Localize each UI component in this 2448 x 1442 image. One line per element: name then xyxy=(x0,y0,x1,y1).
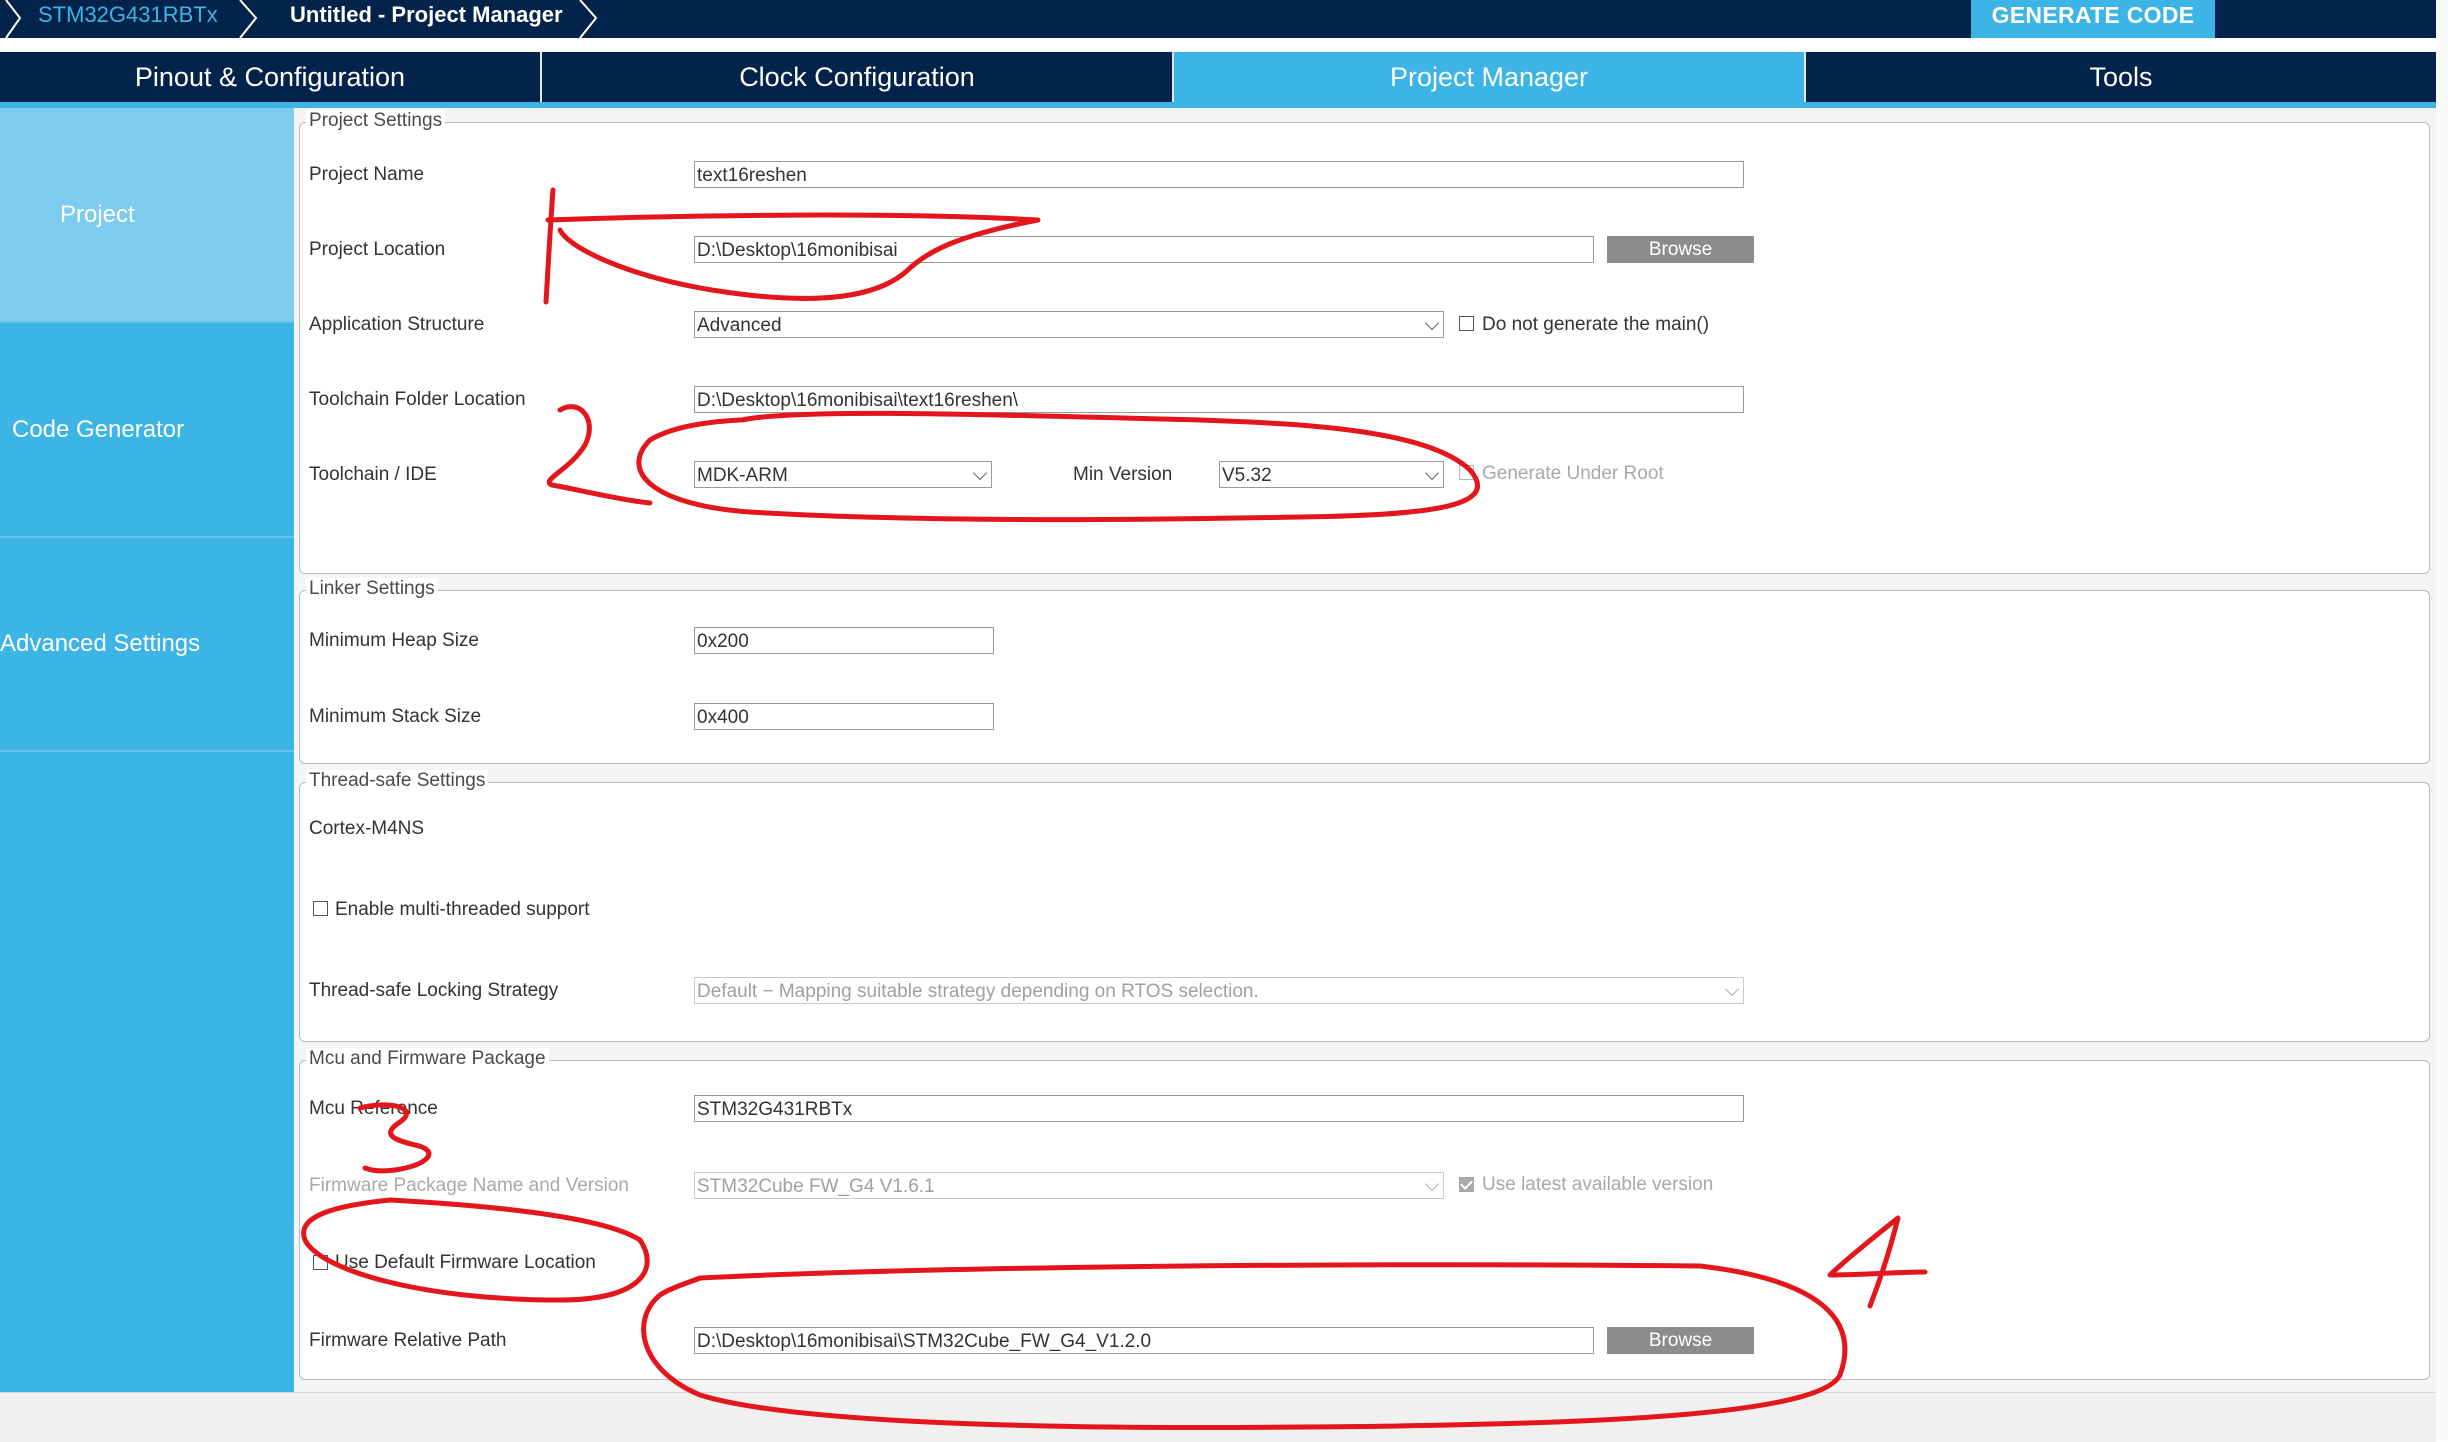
locking-strategy-label: Thread-safe Locking Strategy xyxy=(309,980,559,1001)
toolchain-folder-input[interactable]: D:\Desktop\16monibisai\text16reshen\ xyxy=(694,386,1744,413)
sidebar-item-project[interactable]: Project xyxy=(0,108,294,321)
mcu-reference-label: Mcu Reference xyxy=(309,1098,438,1119)
chevron-down-icon xyxy=(1424,315,1440,331)
project-name-input[interactable]: text16reshen xyxy=(694,161,1744,188)
project-name-label: Project Name xyxy=(309,164,425,185)
firmware-relative-path-input[interactable]: D:\Desktop\16monibisai\STM32Cube_FW_G4_V… xyxy=(694,1327,1594,1354)
toolchain-ide-value: MDK-ARM xyxy=(697,465,788,486)
multi-thread-checkbox[interactable] xyxy=(313,901,328,916)
use-latest-version-label: Use latest available version xyxy=(1482,1174,1714,1195)
window-right-edge xyxy=(2436,0,2448,1441)
mcu-firmware-legend: Mcu and Firmware Package xyxy=(306,1048,549,1070)
chevron-down-icon xyxy=(1424,465,1440,481)
mcu-reference-input[interactable]: STM32G431RBTx xyxy=(694,1095,1744,1122)
locking-strategy-select[interactable]: Default − Mapping suitable strategy depe… xyxy=(694,977,1744,1004)
project-settings-group: Project Settings Project Name text16resh… xyxy=(299,110,2430,574)
breadcrumb-device[interactable]: STM32G431RBTx xyxy=(38,0,218,38)
application-structure-label: Application Structure xyxy=(309,314,485,335)
multi-thread-label: Enable multi-threaded support xyxy=(335,899,590,920)
chevron-down-icon xyxy=(972,465,988,481)
toolchain-ide-select[interactable]: MDK-ARM xyxy=(694,461,992,488)
do-not-generate-main-label: Do not generate the main() xyxy=(1482,314,1710,335)
linker-settings-legend: Linker Settings xyxy=(306,578,438,600)
toolchain-folder-label: Toolchain Folder Location xyxy=(309,389,526,410)
sidebar-item-advanced-settings[interactable]: Advanced Settings xyxy=(0,538,294,750)
firmware-package-label: Firmware Package Name and Version xyxy=(309,1175,629,1196)
sidebar-item-label: Project xyxy=(60,200,135,228)
project-location-browse-button[interactable]: Browse xyxy=(1607,236,1754,263)
min-version-value: V5.32 xyxy=(1222,465,1272,486)
chevron-down-icon xyxy=(1724,981,1740,997)
min-version-select[interactable]: V5.32 xyxy=(1219,461,1444,488)
min-stack-input[interactable]: 0x400 xyxy=(694,703,994,730)
min-stack-label: Minimum Stack Size xyxy=(309,706,482,727)
bottom-status-strip xyxy=(0,1392,2436,1442)
firmware-package-value: STM32Cube FW_G4 V1.6.1 xyxy=(697,1176,935,1197)
project-manager-panel: Project Settings Project Name text16resh… xyxy=(294,108,2436,1392)
min-heap-label: Minimum Heap Size xyxy=(309,630,479,651)
project-location-label: Project Location xyxy=(309,239,446,260)
firmware-relative-path-label: Firmware Relative Path xyxy=(309,1330,507,1351)
thread-safe-settings-group: Thread-safe Settings Cortex-M4NS Enable … xyxy=(299,770,2430,1042)
linker-settings-group: Linker Settings Minimum Heap Size 0x200 … xyxy=(299,578,2430,764)
chevron-down-icon xyxy=(1424,1176,1440,1192)
min-version-label: Min Version xyxy=(1073,464,1173,485)
do-not-generate-main-checkbox[interactable] xyxy=(1459,316,1474,331)
tab-pinout-configuration[interactable]: Pinout & Configuration xyxy=(0,52,540,102)
mcu-firmware-group: Mcu and Firmware Package Mcu Reference S… xyxy=(299,1048,2430,1380)
firmware-package-select[interactable]: STM32Cube FW_G4 V1.6.1 xyxy=(694,1172,1444,1199)
project-location-input[interactable]: D:\Desktop\16monibisai xyxy=(694,236,1594,263)
sidebar-divider xyxy=(0,750,294,752)
use-default-firmware-location-label: Use Default Firmware Location xyxy=(335,1252,596,1273)
breadcrumb-project[interactable]: Untitled - Project Manager xyxy=(290,0,563,38)
sidebar-item-label: Code Generator xyxy=(12,415,185,443)
locking-strategy-value: Default − Mapping suitable strategy depe… xyxy=(697,981,1259,1002)
firmware-relative-path-browse-button[interactable]: Browse xyxy=(1607,1327,1754,1354)
tab-tools[interactable]: Tools xyxy=(1806,52,2436,102)
application-structure-select[interactable]: Advanced xyxy=(694,311,1444,338)
core-label: Cortex-M4NS xyxy=(309,818,425,839)
generate-under-root-label: Generate Under Root xyxy=(1482,463,1664,484)
use-default-firmware-location-checkbox[interactable] xyxy=(313,1255,328,1270)
sidebar-item-code-generator[interactable]: Code Generator xyxy=(0,323,294,536)
generate-code-button[interactable]: GENERATE CODE xyxy=(1971,0,2215,38)
tab-project-manager[interactable]: Project Manager xyxy=(1174,52,1804,102)
generate-under-root-checkbox[interactable] xyxy=(1459,465,1474,480)
toolchain-ide-label: Toolchain / IDE xyxy=(309,464,437,485)
application-structure-value: Advanced xyxy=(697,315,782,336)
thread-safe-legend: Thread-safe Settings xyxy=(306,770,489,792)
min-heap-input[interactable]: 0x200 xyxy=(694,627,994,654)
project-settings-legend: Project Settings xyxy=(306,110,446,132)
use-latest-version-checkbox[interactable] xyxy=(1459,1177,1474,1192)
sidebar: Project Code Generator Advanced Settings xyxy=(0,108,294,1392)
sidebar-item-label: Advanced Settings xyxy=(0,630,201,657)
tab-clock-configuration[interactable]: Clock Configuration xyxy=(542,52,1172,102)
